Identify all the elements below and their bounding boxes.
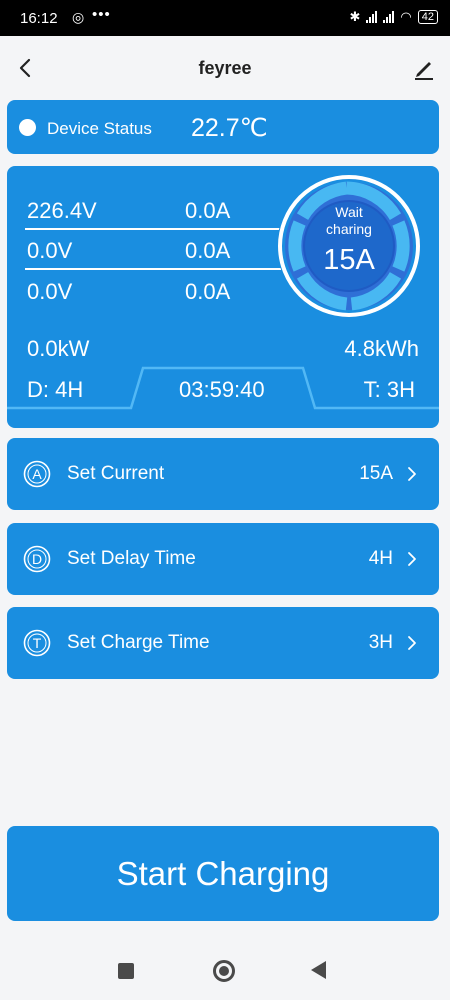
- set-charge-time-label: Set Charge Time: [67, 632, 210, 653]
- row-divider: [25, 268, 287, 270]
- gauge-status-line1: Wait: [335, 204, 363, 220]
- energy-value: 4.8kWh: [344, 336, 419, 361]
- row-divider: [25, 228, 287, 230]
- set-current-label: Set Current: [67, 463, 165, 484]
- battery-icon: 42: [417, 10, 438, 24]
- countdown-timer: 03:59:40: [179, 377, 265, 402]
- notification-icon: ◎: [72, 9, 85, 25]
- set-delay-time-label: Set Delay Time: [67, 548, 196, 569]
- current-l3: 0.0A: [185, 279, 231, 304]
- back-nav-icon[interactable]: [311, 961, 326, 979]
- chevron-right-icon: [408, 467, 416, 481]
- status-time: 16:12: [20, 10, 58, 27]
- chevron-right-icon: [408, 636, 416, 650]
- app-header: feyree: [0, 36, 450, 100]
- signal-icon: [366, 11, 378, 23]
- more-notifications-icon: •••: [92, 6, 111, 23]
- total-time: T: 3H: [363, 377, 415, 402]
- start-charging-button[interactable]: Start Charging: [7, 826, 439, 921]
- chevron-right-icon: [408, 552, 416, 566]
- set-current-row[interactable]: A Set Current 15A: [7, 438, 439, 510]
- edit-pencil-icon[interactable]: [410, 54, 438, 82]
- status-indicator-dot: [19, 119, 36, 136]
- voltage-l1: 226.4V: [27, 198, 97, 223]
- set-current-value: 15A: [359, 463, 393, 484]
- set-charge-time-row[interactable]: T Set Charge Time 3H: [7, 607, 439, 679]
- set-charge-time-value: 3H: [368, 632, 393, 653]
- home-nav-icon[interactable]: [213, 960, 235, 982]
- temperature-value: 22.7℃: [191, 114, 268, 142]
- bluetooth-icon: ✱: [349, 9, 361, 24]
- set-delay-time-value: 4H: [368, 548, 393, 569]
- current-l1: 0.0A: [185, 198, 231, 223]
- system-nav-bar: [0, 945, 450, 1000]
- power-value: 0.0kW: [27, 336, 90, 361]
- status-bar: 16:12 ◎ ••• ✱ ◠ 42: [0, 0, 450, 36]
- square-nav-icon[interactable]: [118, 963, 134, 979]
- delay-time: D: 4H: [27, 377, 84, 402]
- current-setting-letter: A: [32, 466, 42, 482]
- readings-panel: 226.4V 0.0A 0.0V 0.0A 0.0V 0.0A Wait cha…: [7, 166, 439, 428]
- delay-setting-letter: D: [31, 551, 43, 567]
- page-title: feyree: [198, 58, 252, 78]
- gauge-status-line2: charing: [326, 221, 372, 237]
- signal-icon-2: [383, 11, 395, 23]
- wifi-icon: ◠: [400, 9, 412, 24]
- current-l2: 0.0A: [185, 238, 231, 263]
- voltage-l2: 0.0V: [27, 238, 73, 263]
- voltage-l3: 0.0V: [27, 279, 73, 304]
- set-delay-time-row[interactable]: D Set Delay Time 4H: [7, 523, 439, 595]
- device-status-label: Device Status: [47, 119, 152, 138]
- status-icons: ✱ ◠ 42: [349, 9, 438, 25]
- gauge-current: 15A: [323, 244, 375, 276]
- device-status-card[interactable]: Device Status 22.7℃: [7, 100, 439, 154]
- charge-time-setting-letter: T: [32, 635, 42, 651]
